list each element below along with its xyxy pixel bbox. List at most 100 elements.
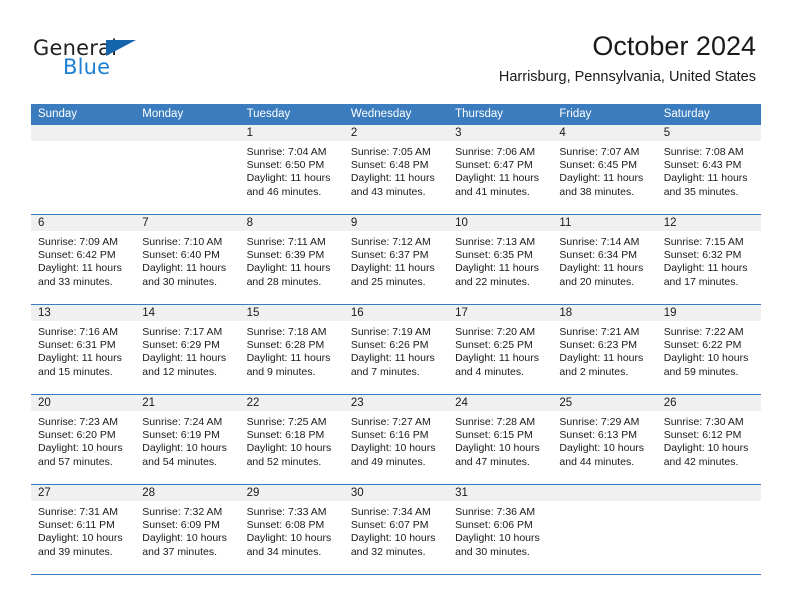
calendar-day-cell[interactable]: 11 Sunrise: 7:14 AM Sunset: 6:34 PM Dayligh… xyxy=(552,215,657,304)
sunrise-text: Sunrise: 7:20 AM xyxy=(455,326,536,338)
calendar-day-cell[interactable]: 17 Sunrise: 7:20 AM Sunset: 6:25 PM Dayligh… xyxy=(448,305,553,394)
calendar-day-cell[interactable]: 15 Sunrise: 7:18 AM Sunset: 6:28 PM Dayligh… xyxy=(239,305,344,394)
daylight-text-line1: Daylight: 10 hours xyxy=(455,442,540,455)
calendar-day-cell[interactable]: 29 Sunrise: 7:33 AM Sunset: 6:08 PM Dayligh… xyxy=(239,485,344,574)
daylight-text-line2: and 43 minutes. xyxy=(350,185,426,198)
sunset-text: Sunset: 6:43 PM xyxy=(663,159,742,172)
weekday-header-sunday: Sunday xyxy=(38,108,78,120)
calendar-day-cell[interactable]: 3 Sunrise: 7:06 AM Sunset: 6:47 PM Daylight… xyxy=(448,125,553,214)
calendar-day-cell[interactable]: 4 Sunrise: 7:07 AM Sunset: 6:45 PM Daylight… xyxy=(552,125,657,214)
calendar-day-cell[interactable]: 31 Sunrise: 7:36 AM Sunset: 6:06 PM Dayligh… xyxy=(448,485,553,574)
day-number: 7 xyxy=(135,215,240,231)
calendar-day-cell[interactable]: 9 Sunrise: 7:12 AM Sunset: 6:37 PM Daylight… xyxy=(343,215,449,304)
day-details xyxy=(135,141,239,146)
day-details: Sunrise: 7:36 AM Sunset: 6:06 PM Daylight:… xyxy=(448,501,552,559)
calendar-day-cell[interactable]: 26 Sunrise: 7:30 AM Sunset: 6:12 PM Dayligh… xyxy=(656,395,761,484)
calendar-day-cell[interactable]: 12 Sunrise: 7:15 AM Sunset: 6:32 PM Dayligh… xyxy=(656,215,761,304)
daylight-text-line2: and 2 minutes. xyxy=(559,365,629,378)
day-number: 11 xyxy=(552,215,657,231)
day-number: 24 xyxy=(448,395,553,411)
daylight-text-line2: and 28 minutes. xyxy=(246,275,322,288)
calendar-day-cell[interactable]: 7 Sunrise: 7:10 AM Sunset: 6:40 PM Daylight… xyxy=(135,215,240,304)
calendar-day-cell[interactable]: 6 Sunrise: 7:09 AM Sunset: 6:42 PM Daylight… xyxy=(31,215,136,304)
calendar-day-cell[interactable]: 16 Sunrise: 7:19 AM Sunset: 6:26 PM Dayligh… xyxy=(343,305,449,394)
calendar-day-cell[interactable]: 30 Sunrise: 7:34 AM Sunset: 6:07 PM Dayligh… xyxy=(343,485,449,574)
daylight-text-line2: and 33 minutes. xyxy=(38,275,113,288)
sunset-text: Sunset: 6:40 PM xyxy=(142,249,220,262)
sunrise-text: Sunrise: 7:22 AM xyxy=(663,326,744,338)
day-details: Sunrise: 7:22 AM Sunset: 6:22 PM Daylight:… xyxy=(657,321,761,379)
sunset-text: Sunset: 6:09 PM xyxy=(142,519,220,532)
calendar-day-cell[interactable]: 25 Sunrise: 7:29 AM Sunset: 6:13 PM Dayligh… xyxy=(552,395,657,484)
calendar-day-cell[interactable]: 21 Sunrise: 7:24 AM Sunset: 6:19 PM Dayligh… xyxy=(135,395,240,484)
sunrise-text: Sunrise: 7:15 AM xyxy=(663,236,744,248)
day-details: Sunrise: 7:32 AM Sunset: 6:09 PM Daylight:… xyxy=(135,501,239,559)
calendar-day-cell[interactable]: 8 Sunrise: 7:11 AM Sunset: 6:39 PM Daylight… xyxy=(239,215,344,304)
sunset-text: Sunset: 6:31 PM xyxy=(38,339,116,352)
sunrise-text: Sunrise: 7:10 AM xyxy=(142,236,223,248)
sunrise-text: Sunrise: 7:12 AM xyxy=(350,236,431,248)
sunset-text: Sunset: 6:08 PM xyxy=(246,519,325,532)
day-number: 26 xyxy=(656,395,761,411)
sunset-text: Sunset: 6:25 PM xyxy=(455,339,533,352)
daylight-text-line2: and 30 minutes. xyxy=(142,275,217,288)
title-block: October 2024 Harrisburg, Pennsylvania, U… xyxy=(499,30,756,86)
day-details: Sunrise: 7:06 AM Sunset: 6:47 PM Daylight:… xyxy=(448,141,552,199)
calendar-day-cell[interactable]: 13 Sunrise: 7:16 AM Sunset: 6:31 PM Dayligh… xyxy=(31,305,136,394)
day-number: 28 xyxy=(135,485,240,501)
sunrise-text: Sunrise: 7:36 AM xyxy=(455,506,536,518)
calendar-day-cell[interactable]: 19 Sunrise: 7:22 AM Sunset: 6:22 PM Dayligh… xyxy=(656,305,761,394)
calendar-day-cell[interactable]: 28 Sunrise: 7:32 AM Sunset: 6:09 PM Dayligh… xyxy=(135,485,240,574)
calendar-day-cell[interactable]: 20 Sunrise: 7:23 AM Sunset: 6:20 PM Dayligh… xyxy=(31,395,136,484)
day-number: 29 xyxy=(239,485,344,501)
calendar-day-cell[interactable]: 23 Sunrise: 7:27 AM Sunset: 6:16 PM Dayligh… xyxy=(343,395,449,484)
day-number: 12 xyxy=(656,215,761,231)
general-blue-logo[interactable]: General Blue xyxy=(33,36,253,86)
daylight-text-line1: Daylight: 11 hours xyxy=(350,352,435,365)
sunset-text: Sunset: 6:12 PM xyxy=(663,429,742,442)
day-details: Sunrise: 7:17 AM Sunset: 6:29 PM Daylight:… xyxy=(135,321,239,379)
calendar-grid: Sunday Monday Tuesday Wednesday Thursday… xyxy=(31,104,761,575)
weekday-header-thursday: Thursday xyxy=(455,108,504,120)
sunrise-text: Sunrise: 7:11 AM xyxy=(246,236,326,248)
calendar-day-cell[interactable]: 14 Sunrise: 7:17 AM Sunset: 6:29 PM Dayligh… xyxy=(135,305,240,394)
sunrise-text: Sunrise: 7:28 AM xyxy=(455,416,536,428)
sunset-text: Sunset: 6:22 PM xyxy=(663,339,742,352)
calendar-day-cell[interactable]: 18 Sunrise: 7:21 AM Sunset: 6:23 PM Dayligh… xyxy=(552,305,657,394)
daylight-text-line1: Daylight: 10 hours xyxy=(663,442,749,455)
calendar-day-cell[interactable]: 24 Sunrise: 7:28 AM Sunset: 6:15 PM Dayligh… xyxy=(448,395,553,484)
sunset-text: Sunset: 6:37 PM xyxy=(350,249,429,262)
daylight-text-line1: Daylight: 11 hours xyxy=(455,262,539,275)
calendar-day-cell[interactable]: 27 Sunrise: 7:31 AM Sunset: 6:11 PM Dayligh… xyxy=(31,485,136,574)
day-number: 2 xyxy=(343,125,449,141)
calendar-week-row: 20 Sunrise: 7:23 AM Sunset: 6:20 PM Dayligh… xyxy=(31,394,761,484)
day-details xyxy=(552,501,656,506)
day-details: Sunrise: 7:21 AM Sunset: 6:23 PM Daylight:… xyxy=(552,321,656,379)
day-number: 23 xyxy=(343,395,449,411)
weekday-header-tuesday: Tuesday xyxy=(246,108,291,120)
daylight-text-line1: Daylight: 11 hours xyxy=(559,172,644,185)
sunrise-text: Sunrise: 7:08 AM xyxy=(663,146,744,158)
calendar-day-cell[interactable]: 10 Sunrise: 7:13 AM Sunset: 6:35 PM Dayligh… xyxy=(448,215,553,304)
daylight-text-line1: Daylight: 11 hours xyxy=(350,172,435,185)
daylight-text-line1: Daylight: 10 hours xyxy=(38,532,123,545)
calendar-day-cell-empty xyxy=(31,125,136,214)
calendar-day-cell[interactable]: 2 Sunrise: 7:05 AM Sunset: 6:48 PM Daylight… xyxy=(343,125,449,214)
calendar-day-cell[interactable]: 5 Sunrise: 7:08 AM Sunset: 6:43 PM Daylight… xyxy=(656,125,761,214)
sunrise-text: Sunrise: 7:34 AM xyxy=(350,506,431,518)
sunset-text: Sunset: 6:07 PM xyxy=(350,519,429,532)
sunset-text: Sunset: 6:35 PM xyxy=(455,249,533,262)
day-number: 18 xyxy=(552,305,657,321)
daylight-text-line2: and 59 minutes. xyxy=(663,365,739,378)
calendar-day-cell[interactable]: 1 Sunrise: 7:04 AM Sunset: 6:50 PM Daylight… xyxy=(239,125,344,214)
weekday-header-saturday: Saturday xyxy=(663,108,710,120)
sunrise-text: Sunrise: 7:17 AM xyxy=(142,326,223,338)
day-details: Sunrise: 7:15 AM Sunset: 6:32 PM Daylight:… xyxy=(657,231,761,289)
daylight-text-line2: and 57 minutes. xyxy=(38,455,113,468)
sunrise-text: Sunrise: 7:33 AM xyxy=(246,506,327,518)
sunset-text: Sunset: 6:32 PM xyxy=(663,249,742,262)
page-title: October 2024 xyxy=(592,31,756,61)
calendar-day-cell[interactable]: 22 Sunrise: 7:25 AM Sunset: 6:18 PM Dayligh… xyxy=(239,395,344,484)
sunset-text: Sunset: 6:20 PM xyxy=(38,429,116,442)
calendar-week-row: 13 Sunrise: 7:16 AM Sunset: 6:31 PM Dayligh… xyxy=(31,304,761,394)
